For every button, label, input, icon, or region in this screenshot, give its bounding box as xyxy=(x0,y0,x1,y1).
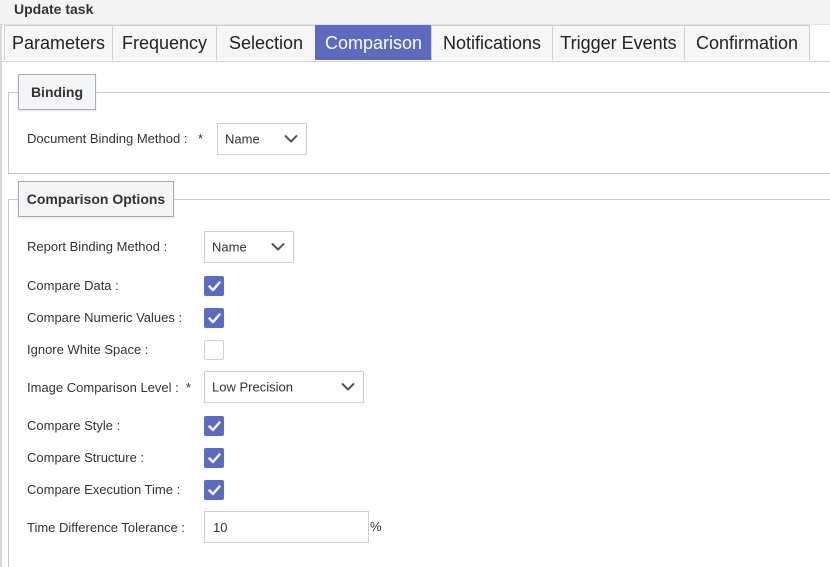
checkmark-icon xyxy=(208,281,221,292)
dialog-titlebar: Update task xyxy=(0,0,830,25)
ignore-white-space-checkbox[interactable] xyxy=(204,340,224,360)
compare-structure-label: Compare Structure : xyxy=(27,450,145,465)
compare-data-label: Compare Data : xyxy=(27,278,119,293)
checkmark-icon xyxy=(208,313,221,324)
compare-execution-time-checkbox[interactable] xyxy=(204,480,224,500)
tab-trigger-events[interactable]: Trigger Events xyxy=(552,25,685,60)
document-binding-method-select[interactable]: Name xyxy=(217,123,307,155)
report-binding-method-label: Report Binding Method : xyxy=(27,239,168,254)
document-binding-method-label: Document Binding Method : xyxy=(27,131,188,146)
compare-execution-time-label: Compare Execution Time : xyxy=(27,482,181,497)
chevron-down-icon xyxy=(284,135,298,143)
tab-bar-underline xyxy=(2,61,830,62)
select-value: Low Precision xyxy=(212,379,293,395)
required-marker: * xyxy=(186,380,192,395)
percent-unit: % xyxy=(370,519,382,534)
ignore-white-space-label: Ignore White Space : xyxy=(27,342,149,357)
compare-numeric-values-label: Compare Numeric Values : xyxy=(27,310,183,325)
left-edge-strip xyxy=(0,24,2,567)
tab-confirmation[interactable]: Confirmation xyxy=(684,25,810,60)
image-comparison-level-select[interactable]: Low Precision xyxy=(204,371,364,403)
time-difference-tolerance-label: Time Difference Tolerance : xyxy=(27,520,185,535)
binding-legend: Binding xyxy=(18,74,96,110)
tab-comparison[interactable]: Comparison xyxy=(315,25,432,60)
compare-numeric-values-checkbox[interactable] xyxy=(204,308,224,328)
compare-style-label: Compare Style : xyxy=(27,418,121,433)
select-value: Name xyxy=(225,131,260,147)
tab-frequency[interactable]: Frequency xyxy=(112,25,217,60)
compare-data-checkbox[interactable] xyxy=(204,276,224,296)
checkmark-icon xyxy=(208,421,221,432)
report-binding-method-select[interactable]: Name xyxy=(204,231,294,263)
tab-notifications[interactable]: Notifications xyxy=(431,25,553,60)
tab-bar: Parameters Frequency Selection Compariso… xyxy=(4,25,810,61)
comparison-options-legend: Comparison Options xyxy=(18,181,174,217)
select-value: Name xyxy=(212,239,247,255)
chevron-down-icon xyxy=(271,243,285,251)
time-difference-tolerance-input[interactable] xyxy=(204,511,369,543)
chevron-down-icon xyxy=(341,383,355,391)
compare-structure-checkbox[interactable] xyxy=(204,448,224,468)
dialog-title: Update task xyxy=(14,1,94,17)
checkmark-icon xyxy=(208,485,221,496)
tab-parameters[interactable]: Parameters xyxy=(4,25,113,60)
tab-selection[interactable]: Selection xyxy=(216,25,316,60)
checkmark-icon xyxy=(208,453,221,464)
image-comparison-level-label: Image Comparison Level : xyxy=(27,380,179,395)
required-marker: * xyxy=(198,131,204,146)
compare-style-checkbox[interactable] xyxy=(204,416,224,436)
